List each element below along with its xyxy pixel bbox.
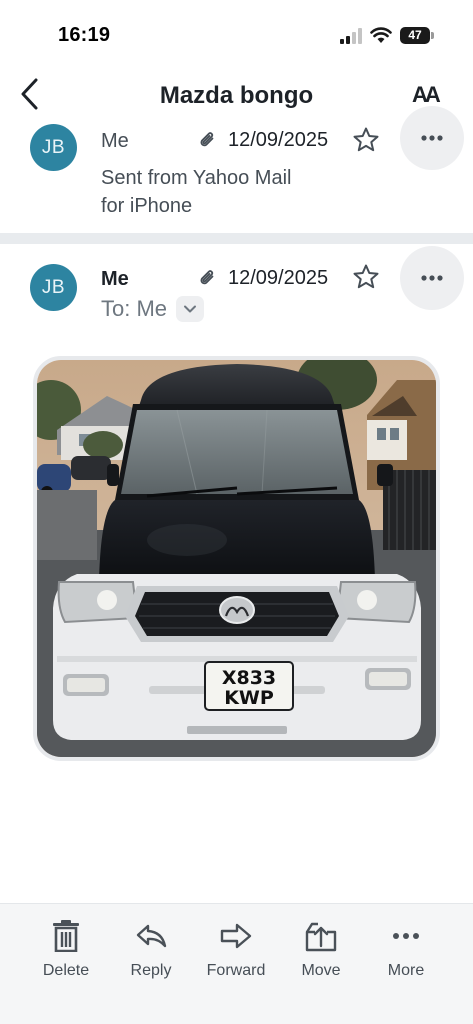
forward-button[interactable]: Forward <box>196 920 276 990</box>
number-plate-line-2: KWP <box>224 687 274 709</box>
more-label: More <box>387 962 425 979</box>
move-button[interactable]: Move <box>281 920 361 990</box>
message-divider <box>0 233 473 244</box>
thread-subject: Mazda bongo <box>159 82 314 109</box>
wifi-icon <box>370 27 392 43</box>
message-body-line: for iPhone <box>101 195 193 217</box>
message-body: Sent from Yahoo Mail for iPhone <box>101 164 291 220</box>
message-actions-toolbar: Delete Reply Forward Move More <box>0 903 473 1024</box>
battery-level: 47 <box>408 28 422 42</box>
sender-name: Me <box>101 268 129 290</box>
reply-icon <box>136 924 167 948</box>
more-dots-icon <box>421 135 443 141</box>
signal-icon <box>340 28 362 44</box>
status-bar: 16:19 47 <box>0 0 473 62</box>
forward-icon <box>220 923 252 949</box>
message-header: Mazda bongo AA <box>0 62 473 128</box>
sender-name: Me <box>101 130 129 152</box>
message-date: 12/09/2025 <box>228 129 329 151</box>
battery-icon: 47 <box>400 27 434 44</box>
expand-recipients-button[interactable] <box>176 296 204 322</box>
number-plate-line-1: X833 <box>222 667 276 689</box>
more-actions-button[interactable]: More <box>366 920 446 990</box>
trash-icon <box>53 920 79 952</box>
more-dots-icon <box>421 275 443 281</box>
message-date: 12/09/2025 <box>228 267 329 289</box>
recipient-line: To: Me <box>101 296 168 321</box>
text-size-label: AA <box>412 82 441 107</box>
paperclip-icon <box>200 270 214 285</box>
van-photo: X833 KWP <box>37 360 436 757</box>
message-more-button[interactable] <box>400 106 464 170</box>
chevron-down-icon <box>184 305 196 313</box>
avatar: JB <box>30 124 77 171</box>
delete-label: Delete <box>42 962 90 979</box>
reply-button[interactable]: Reply <box>111 920 191 990</box>
more-dots-icon <box>393 933 419 939</box>
message-card[interactable]: JB Me 12/09/2025 Sent from Yahoo Mail fo… <box>0 106 473 232</box>
move-icon <box>305 922 337 952</box>
photo-attachment[interactable]: X833 KWP <box>33 356 440 761</box>
avatar: JB <box>30 264 77 311</box>
message-more-button[interactable] <box>400 246 464 310</box>
delete-button[interactable]: Delete <box>26 920 106 990</box>
star-icon[interactable] <box>352 126 380 154</box>
forward-label: Forward <box>206 962 266 979</box>
reply-label: Reply <box>130 962 172 979</box>
move-label: Move <box>301 962 341 979</box>
status-time: 16:19 <box>58 24 111 46</box>
message-body-line: Sent from Yahoo Mail <box>101 167 292 189</box>
paperclip-icon <box>200 132 214 147</box>
star-icon[interactable] <box>352 263 380 291</box>
